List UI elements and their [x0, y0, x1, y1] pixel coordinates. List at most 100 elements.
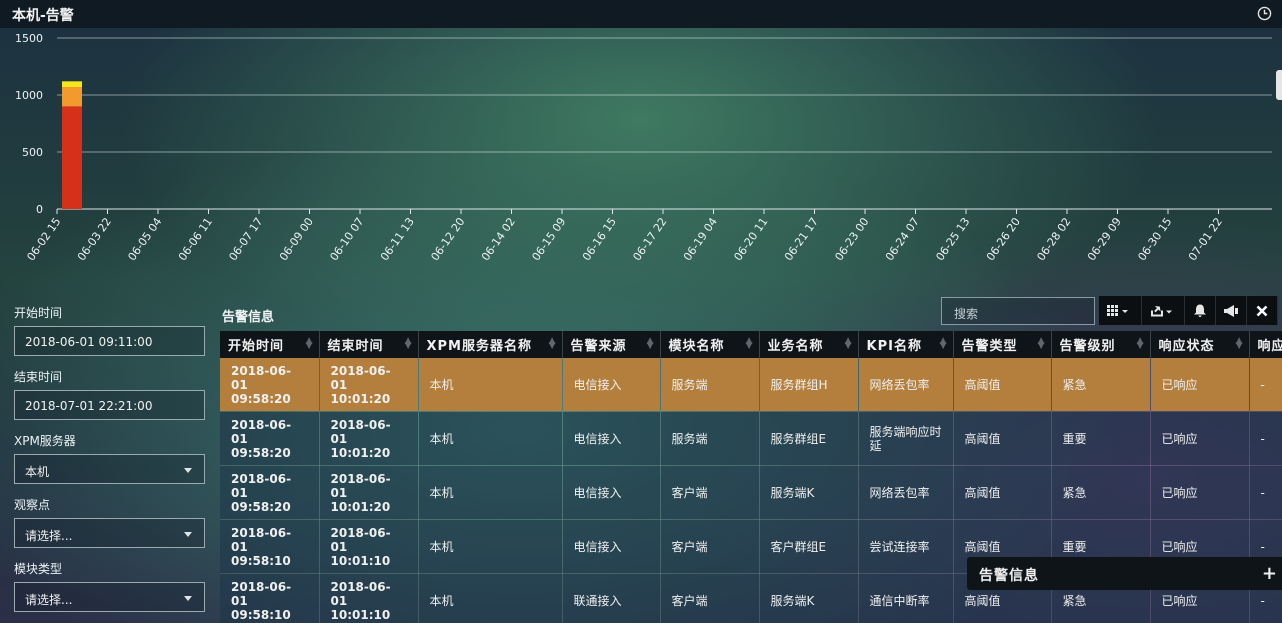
x-tick-label: 06-24 07: [883, 215, 922, 263]
table-cell: 电信接入: [562, 519, 661, 574]
table-cell: 客户端: [660, 519, 760, 574]
grid-icon: [1107, 304, 1128, 316]
x-tick-label: 06-17 22: [630, 215, 669, 263]
module-type-value: 请选择...: [25, 593, 73, 607]
table-cell: 紧急: [1051, 358, 1151, 412]
table-cell: 高阈值: [953, 411, 1052, 466]
sort-icon[interactable]: ▲ ▼: [549, 337, 557, 351]
x-tick-label: 06-06 11: [176, 215, 215, 263]
sort-icon[interactable]: ▲ ▼: [940, 337, 948, 351]
table-cell: -: [1249, 465, 1282, 520]
bar-segment[interactable]: [62, 81, 82, 88]
column-header-label: 告警类型: [961, 339, 1018, 354]
column-header-label: 模块名称: [668, 339, 725, 354]
x-tick-label: 06-02 15: [24, 215, 63, 263]
x-tick-label: 06-29 09: [1085, 215, 1124, 263]
sort-icon[interactable]: ▲ ▼: [1038, 337, 1046, 351]
column-header[interactable]: 告警来源 ▲ ▼: [562, 331, 661, 358]
x-tick-label: 06-23 00: [832, 215, 871, 263]
column-header[interactable]: XPM服务器名称 ▲ ▼: [418, 331, 563, 358]
sort-icon[interactable]: ▲ ▼: [1236, 337, 1244, 351]
plus-icon[interactable]: +: [1262, 563, 1277, 584]
table-row[interactable]: 2018-06-01 09:58:20 2018-06-01 10:01:20 本机…: [220, 465, 1282, 520]
table-cell: 服务群组E: [759, 411, 859, 466]
page-title: 本机-告警: [12, 8, 74, 24]
x-tick-label: 06-11 13: [378, 215, 417, 263]
title-bar: 本机-告警: [0, 0, 1282, 28]
x-tick-label: 06-15 09: [529, 215, 568, 263]
module-type-select[interactable]: 请选择...: [14, 582, 205, 612]
table-toolbar: [1099, 296, 1278, 325]
x-tick-label: 06-19 04: [681, 215, 720, 263]
start-time-input[interactable]: 2018-06-01 09:11:00: [14, 326, 205, 356]
column-header[interactable]: 开始时间 ▲ ▼: [220, 331, 320, 358]
observation-point-value: 请选择...: [25, 529, 73, 543]
column-header-label: 响应状态: [1158, 339, 1215, 354]
megaphone-icon: [1224, 304, 1238, 317]
start-time-value: 2018-06-01 09:11:00: [25, 335, 153, 349]
column-header[interactable]: 响应▲▼: [1249, 331, 1282, 358]
bar-segment[interactable]: [62, 106, 82, 209]
table-cell: 联通接入: [562, 573, 661, 623]
floating-alarm-panel[interactable]: 告警信息 +: [967, 557, 1282, 590]
sort-icon[interactable]: ▲ ▼: [405, 337, 413, 351]
sort-icon[interactable]: ▲ ▼: [647, 337, 655, 351]
y-tick-label: 1500: [15, 32, 43, 45]
x-tick-label: 06-14 02: [479, 215, 518, 263]
sort-icon[interactable]: ▲ ▼: [746, 337, 754, 351]
table-cell: 2018-06-01 10:01:10: [319, 573, 419, 623]
table-cell: 客户端: [660, 573, 760, 623]
module-type-label: 模块类型: [14, 562, 63, 576]
server-select[interactable]: 本机: [14, 454, 205, 484]
table-cell: 本机: [418, 519, 563, 574]
sort-icon[interactable]: ▲ ▼: [306, 337, 314, 351]
table-row[interactable]: 2018-06-01 09:58:20 2018-06-01 10:01:20 本机…: [220, 358, 1282, 412]
close-button[interactable]: [1247, 296, 1278, 325]
table-cell: 已响应: [1150, 358, 1250, 412]
column-header-label: XPM服务器名称: [426, 339, 532, 354]
broadcast-button[interactable]: [1216, 296, 1247, 325]
x-tick-label: 06-12 20: [428, 215, 467, 263]
table-cell: 服务端: [660, 358, 760, 412]
export-icon: [1151, 305, 1172, 316]
y-tick-label: 1000: [15, 89, 43, 102]
column-header[interactable]: 告警级别 ▲ ▼: [1051, 331, 1151, 358]
table-row[interactable]: 2018-06-01 09:58:20 2018-06-01 10:01:20 本机…: [220, 411, 1282, 466]
column-header[interactable]: 模块名称 ▲ ▼: [660, 331, 760, 358]
search-input[interactable]: 搜索: [941, 297, 1095, 325]
x-tick-label: 06-21 17: [782, 215, 821, 263]
x-tick-label: 06-16 15: [580, 215, 619, 263]
sort-icon[interactable]: ▲ ▼: [845, 337, 853, 351]
x-tick-label: 06-05 04: [125, 215, 164, 263]
column-header[interactable]: 业务名称 ▲ ▼: [759, 331, 859, 358]
table-cell: 电信接入: [562, 358, 661, 412]
bell-button[interactable]: [1185, 296, 1216, 325]
export-button[interactable]: [1142, 296, 1185, 325]
table-cell: 服务端响应时延: [858, 411, 954, 466]
observation-point-select[interactable]: 请选择...: [14, 518, 205, 548]
table-cell: 2018-06-01 10:01:20: [319, 411, 419, 466]
column-header-label: KPI名称: [866, 339, 922, 354]
x-tick-label: 06-07 17: [226, 215, 265, 263]
chevron-down-icon: [184, 468, 192, 473]
table-cell: 服务群组H: [759, 358, 859, 412]
chevron-down-icon: [184, 596, 192, 601]
alarm-section-title: 告警信息: [222, 310, 275, 325]
start-time-label: 开始时间: [14, 306, 63, 320]
bar-segment[interactable]: [62, 87, 82, 107]
table-cell: 高阈值: [953, 465, 1052, 520]
side-scroll-tab[interactable]: [1276, 70, 1282, 100]
search-placeholder: 搜索: [954, 307, 979, 321]
column-toggle-button[interactable]: [1099, 296, 1142, 325]
column-header[interactable]: 告警类型 ▲ ▼: [953, 331, 1052, 358]
alarm-chart: 0 500 1000 1500 06-02 15 06-03 22 06-05 04 06-0…: [5, 28, 1277, 277]
column-header[interactable]: 响应状态 ▲ ▼: [1150, 331, 1250, 358]
floating-panel-title: 告警信息: [979, 568, 1039, 584]
column-header[interactable]: KPI名称 ▲ ▼: [858, 331, 954, 358]
clock-icon[interactable]: [1257, 6, 1272, 25]
table-cell: 网络丢包率: [858, 465, 954, 520]
end-time-input[interactable]: 2018-07-01 22:21:00: [14, 390, 205, 420]
sort-icon[interactable]: ▲ ▼: [1137, 337, 1145, 351]
column-header[interactable]: 结束时间 ▲ ▼: [319, 331, 419, 358]
x-tick-label: 06-10 07: [327, 215, 366, 263]
